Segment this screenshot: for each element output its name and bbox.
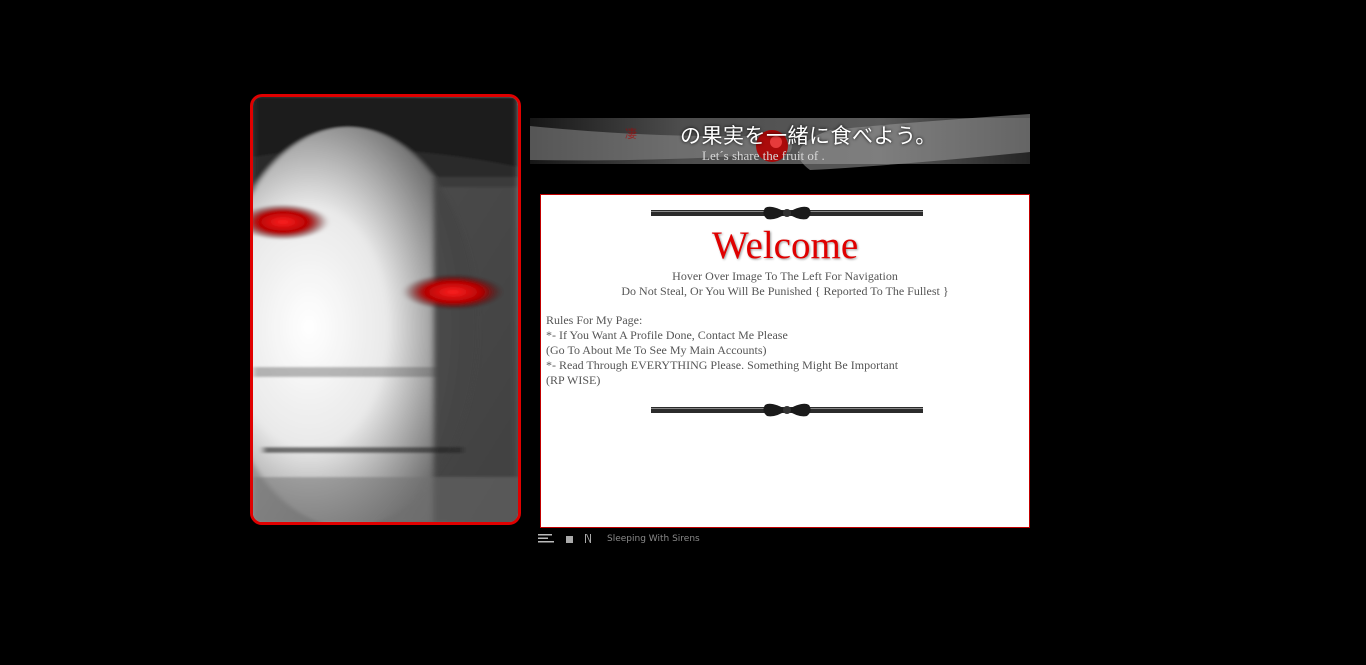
music-player: Sleeping With Sirens bbox=[538, 532, 700, 546]
svg-text:凄: 凄 bbox=[625, 127, 637, 141]
now-playing-track[interactable]: Sleeping With Sirens bbox=[607, 534, 700, 544]
playlist-icon[interactable] bbox=[538, 530, 554, 548]
ribbon-divider-bottom bbox=[651, 403, 923, 417]
welcome-panel: Welcome Hover Over Image To The Left For… bbox=[540, 194, 1030, 528]
rules-list: Rules For My Page: *- If You Want A Prof… bbox=[546, 313, 898, 388]
ribbon-divider-top bbox=[651, 206, 923, 220]
welcome-heading: Welcome bbox=[711, 224, 859, 267]
no-stealing-warning-text: Do Not Steal, Or You Will Be Punished { … bbox=[621, 284, 949, 298]
rule-item: *- Read Through EVERYTHING Please. Somet… bbox=[546, 358, 899, 372]
navigation-hint-text: Hover Over Image To The Left For Navigat… bbox=[672, 269, 898, 283]
page: 凄 の果実を一緒に食べよう。 Let´s share the fruit of … bbox=[0, 0, 1366, 665]
navigation-portrait-image[interactable] bbox=[250, 94, 521, 525]
banner-japanese-text: の果実を一緒に食べよう。 bbox=[680, 124, 937, 148]
portrait-artwork bbox=[253, 97, 518, 522]
stop-icon[interactable] bbox=[566, 530, 573, 548]
next-icon[interactable] bbox=[585, 530, 591, 548]
header-banner: 凄 の果実を一緒に食べよう。 Let´s share the fruit of … bbox=[530, 112, 1030, 180]
rules-heading: Rules For My Page: bbox=[546, 313, 643, 327]
rule-item: *- If You Want A Profile Done, Contact M… bbox=[546, 328, 788, 342]
rule-item: (Go To About Me To See My Main Accounts) bbox=[546, 343, 767, 357]
rule-item: (RP WISE) bbox=[546, 373, 601, 387]
banner-english-text: Let´s share the fruit of . bbox=[702, 148, 825, 163]
